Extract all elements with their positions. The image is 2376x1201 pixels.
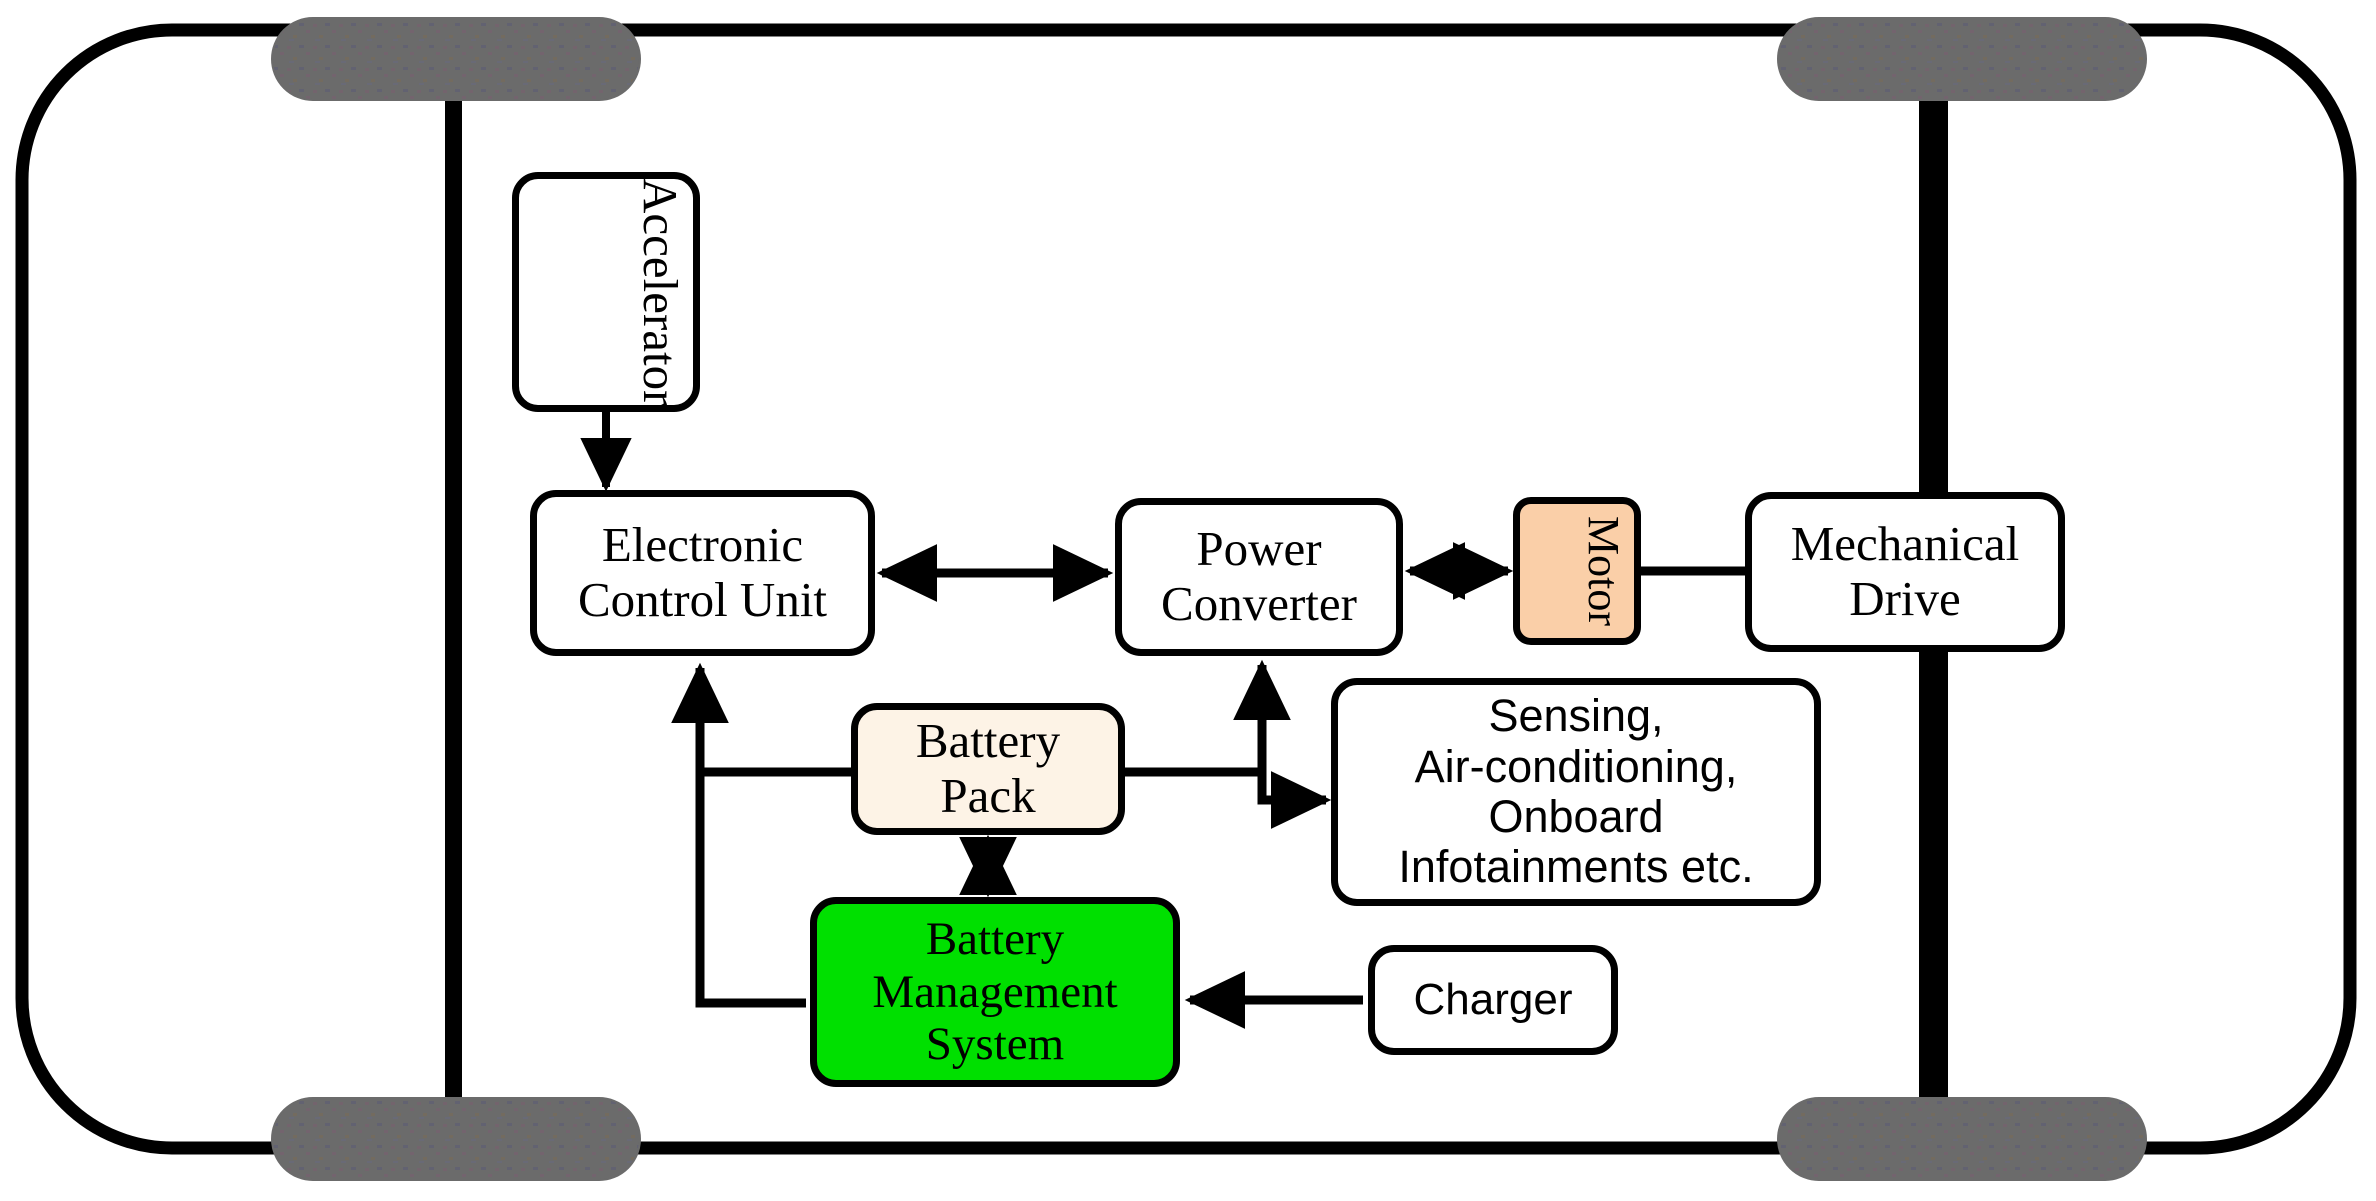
front-right-wheel (1777, 17, 2147, 101)
front-left-wheel (271, 17, 641, 101)
front-axle (445, 60, 462, 1145)
node-battery-pack-label: Battery Pack (915, 713, 1061, 823)
connector-battery-pack-to-auxiliary (1257, 771, 1332, 829)
node-auxiliary-loads-label: Sensing, Air-conditioning, Onboard Infot… (1398, 690, 1754, 893)
node-power-converter[interactable]: Power Converter (1115, 498, 1403, 656)
node-auxiliary-loads[interactable]: Sensing, Air-conditioning, Onboard Infot… (1331, 678, 1821, 906)
node-charger-label: Charger (1413, 975, 1573, 1025)
connector-bms-to-ecu (671, 662, 806, 1008)
node-electronic-control-unit-label: Electronic Control Unit (577, 517, 828, 627)
node-motor-label: Motor (1579, 516, 1628, 626)
node-power-converter-label: Power Converter (1161, 521, 1357, 631)
node-charger[interactable]: Charger (1368, 945, 1618, 1055)
node-accelerator[interactable]: Accelerator (512, 172, 700, 412)
node-motor[interactable]: Motor (1513, 497, 1641, 645)
node-battery-management-system-label: Battery Management System (872, 913, 1118, 1071)
node-accelerator-label: Accelerator (633, 177, 688, 407)
node-mechanical-drive-label: Mechanical Drive (1790, 516, 2020, 626)
rear-left-wheel (271, 1097, 641, 1181)
node-mechanical-drive[interactable]: Mechanical Drive (1745, 492, 2065, 652)
rear-right-wheel (1777, 1097, 2147, 1181)
diagram-canvas: Accelerator Electronic Control Unit Powe… (0, 0, 2376, 1201)
node-battery-management-system[interactable]: Battery Management System (810, 897, 1180, 1087)
node-battery-pack[interactable]: Battery Pack (851, 703, 1125, 835)
node-electronic-control-unit[interactable]: Electronic Control Unit (530, 490, 875, 656)
